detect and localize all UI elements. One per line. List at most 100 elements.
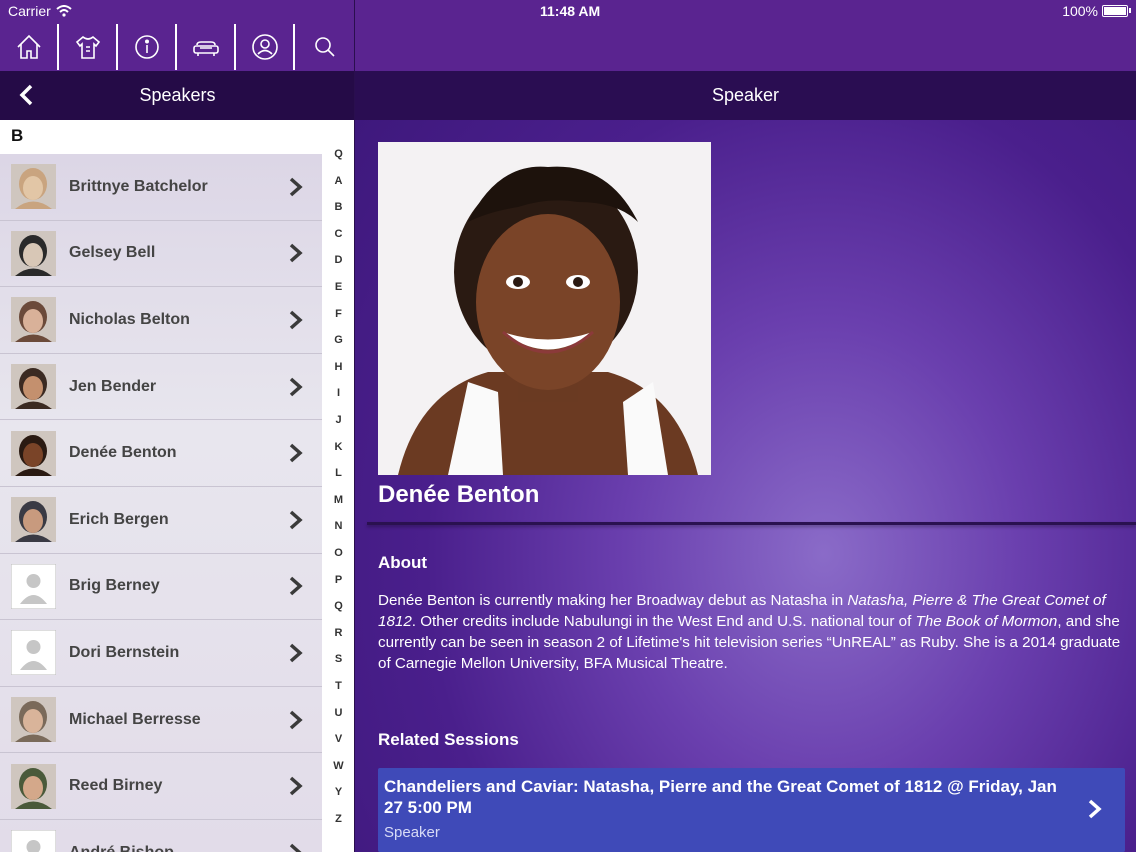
nav-title: Speakers xyxy=(139,85,216,105)
speakers-nav-bar: Speakers xyxy=(0,71,354,120)
index-letter[interactable]: V xyxy=(322,733,354,745)
index-letter[interactable]: C xyxy=(322,228,354,240)
speaker-row[interactable]: Brittnye Batchelor xyxy=(0,154,322,221)
speaker-row[interactable]: André Bishop xyxy=(0,820,322,852)
speaker-name: Nicholas Belton xyxy=(69,310,190,328)
index-letter[interactable]: G xyxy=(322,334,354,346)
index-letter[interactable]: R xyxy=(322,627,354,639)
speaker-row[interactable]: Jen Bender xyxy=(0,354,322,421)
speaker-row[interactable]: Brig Berney xyxy=(0,554,322,621)
index-letter[interactable]: H xyxy=(322,361,354,373)
chevron-right-icon xyxy=(288,642,304,664)
about-text-title: The Book of Mormon xyxy=(915,613,1058,630)
index-letter[interactable]: T xyxy=(322,680,354,692)
speaker-row[interactable]: Nicholas Belton xyxy=(0,287,322,354)
speaker-name: Brittnye Batchelor xyxy=(69,177,208,195)
placeholder-avatar-icon xyxy=(11,830,56,852)
top-bar: Carrier xyxy=(0,0,354,71)
index-letter[interactable]: J xyxy=(322,414,354,426)
speaker-name: André Bishop xyxy=(69,844,174,852)
speaker-name: Brig Berney xyxy=(69,577,160,595)
index-letter[interactable]: Q xyxy=(322,600,354,612)
avatar xyxy=(11,497,56,543)
battery-tip xyxy=(1129,8,1131,13)
index-letter[interactable]: O xyxy=(322,547,354,559)
index-letter[interactable]: D xyxy=(322,254,354,266)
speaker-row[interactable]: Denée Benton xyxy=(0,420,322,487)
speaker-row[interactable]: Gelsey Bell xyxy=(0,221,322,288)
speaker-name: Denée Benton xyxy=(378,481,540,508)
index-letter[interactable]: E xyxy=(322,281,354,293)
session-role: Speaker xyxy=(384,824,440,841)
top-bar: 11:48 AM 100% xyxy=(355,0,1136,71)
person-icon[interactable] xyxy=(236,24,295,70)
carrier-label: Carrier xyxy=(8,3,51,19)
speaker-row[interactable]: Michael Berresse xyxy=(0,687,322,754)
speakers-panel: Carrier Speakers B Brittnye Batchelor Ge… xyxy=(0,0,355,852)
related-session-card[interactable]: Chandeliers and Caviar: Natasha, Pierre … xyxy=(378,768,1125,852)
speaker-row[interactable]: Erich Bergen xyxy=(0,487,322,554)
battery-percent: 100% xyxy=(1062,3,1098,19)
index-letter[interactable]: Z xyxy=(322,813,354,825)
avatar xyxy=(11,430,56,476)
index-letter[interactable]: N xyxy=(322,520,354,532)
chevron-left-icon xyxy=(19,84,33,106)
chevron-right-icon xyxy=(288,709,304,731)
speaker-detail-panel: 11:48 AM 100% Speaker Denée Benton About… xyxy=(355,0,1136,852)
speaker-nav-bar: Speaker xyxy=(355,71,1136,120)
index-letter[interactable]: B xyxy=(322,201,354,213)
home-icon[interactable] xyxy=(0,24,59,70)
alphabet-index[interactable]: Q A B C D E F G H I J K L M N O P Q R S T U V W Y Z xyxy=(322,148,354,852)
back-button[interactable] xyxy=(16,83,40,107)
sofa-icon[interactable] xyxy=(177,24,236,70)
chevron-right-icon xyxy=(1087,798,1103,820)
index-letter[interactable]: F xyxy=(322,308,354,320)
speaker-name: Jen Bender xyxy=(69,377,157,395)
speaker-name: Erich Bergen xyxy=(69,510,169,528)
about-text: Denée Benton is currently making her Bro… xyxy=(378,590,1136,674)
speaker-name: Dori Bernstein xyxy=(69,643,180,661)
index-letter[interactable]: M xyxy=(322,494,354,506)
placeholder-avatar-icon xyxy=(11,563,56,609)
speaker-name: Denée Benton xyxy=(69,444,177,462)
index-letter[interactable]: K xyxy=(322,441,354,453)
speaker-name: Reed Birney xyxy=(69,777,163,795)
index-letter[interactable]: A xyxy=(322,175,354,187)
index-letter[interactable]: W xyxy=(322,760,354,772)
index-letter[interactable]: Y xyxy=(322,786,354,798)
related-sessions-heading: Related Sessions xyxy=(378,730,519,749)
section-header: B xyxy=(0,120,354,154)
avatar xyxy=(11,164,56,210)
status-time: 11:48 AM xyxy=(540,3,601,19)
battery-icon xyxy=(1102,5,1128,17)
index-letter[interactable]: U xyxy=(322,707,354,719)
index-letter[interactable]: L xyxy=(322,467,354,479)
chevron-right-icon xyxy=(288,442,304,464)
index-search-icon[interactable]: Q xyxy=(322,148,354,160)
wifi-icon xyxy=(56,4,72,22)
chevron-right-icon xyxy=(288,309,304,331)
avatar xyxy=(11,364,56,410)
speaker-row[interactable]: Dori Bernstein xyxy=(0,620,322,687)
about-text-part: Denée Benton is currently making her Bro… xyxy=(378,592,848,609)
tshirt-icon[interactable] xyxy=(59,24,118,70)
index-letter[interactable]: S xyxy=(322,653,354,665)
session-title: Chandeliers and Caviar: Natasha, Pierre … xyxy=(384,777,1057,817)
chevron-right-icon xyxy=(288,575,304,597)
chevron-right-icon xyxy=(288,176,304,198)
search-icon[interactable] xyxy=(295,24,354,70)
index-letter[interactable]: P xyxy=(322,574,354,586)
chevron-right-icon xyxy=(288,509,304,531)
speaker-row[interactable]: Reed Birney xyxy=(0,753,322,820)
chevron-right-icon xyxy=(288,376,304,398)
divider xyxy=(367,522,1136,525)
speaker-name: Michael Berresse xyxy=(69,710,201,728)
speaker-photo xyxy=(378,142,711,475)
avatar xyxy=(11,230,56,276)
info-icon[interactable] xyxy=(118,24,177,70)
placeholder-avatar-icon xyxy=(11,630,56,676)
chevron-right-icon xyxy=(288,775,304,797)
index-letter[interactable]: I xyxy=(322,387,354,399)
chevron-right-icon xyxy=(288,842,304,852)
about-text-part: . Other credits include Nabulungi in the… xyxy=(411,613,916,630)
